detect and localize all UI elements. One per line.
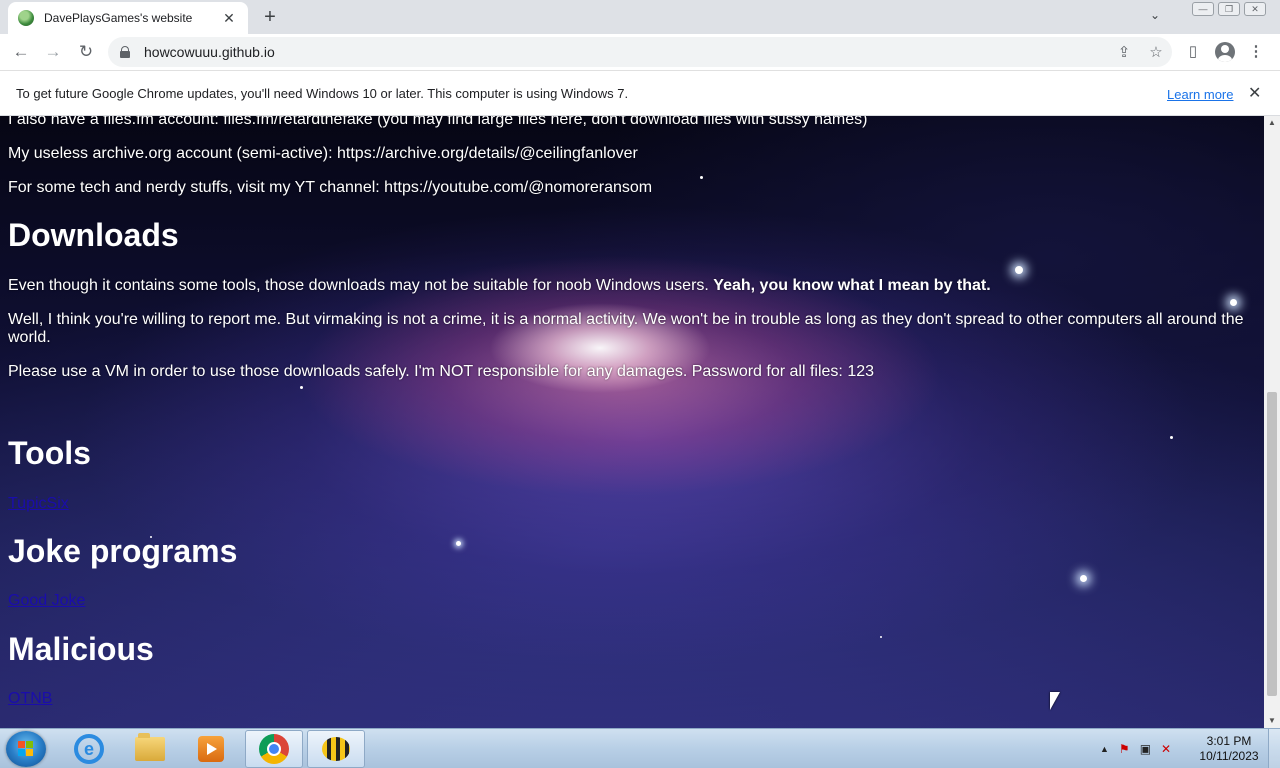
star-decoration: [1080, 575, 1087, 582]
volume-muted-icon[interactable]: ✕: [1161, 742, 1171, 756]
menu-kebab-icon[interactable]: ⋮: [1244, 40, 1268, 64]
page-scrollbar[interactable]: ▲ ▼: [1264, 116, 1280, 728]
back-button[interactable]: ←: [9, 40, 33, 64]
tools-heading: Tools: [8, 435, 91, 471]
joke-link-good-joke[interactable]: Good Joke: [8, 592, 85, 610]
malicious-link-otnb[interactable]: OTNB: [8, 690, 52, 708]
show-desktop-button[interactable]: [1268, 729, 1280, 768]
star-decoration: [700, 176, 703, 179]
profile-button[interactable]: [1213, 40, 1237, 64]
taskbar-clock[interactable]: 3:01 PM 10/11/2023: [1196, 734, 1262, 764]
internet-explorer-icon: e: [74, 734, 104, 764]
malicious-heading: Malicious: [8, 631, 154, 667]
star-decoration: [300, 386, 303, 389]
address-bar[interactable]: howcowuuu.github.io ⇪ ☆: [108, 37, 1172, 67]
scroll-up-arrow-icon[interactable]: ▲: [1264, 116, 1280, 130]
joke-programs-heading: Joke programs: [8, 533, 238, 569]
star-decoration: [1170, 436, 1173, 439]
lock-icon[interactable]: [120, 46, 130, 58]
globe-favicon-icon: [18, 10, 34, 26]
bookmark-star-icon[interactable]: ☆: [1140, 43, 1172, 61]
infobar-close-icon[interactable]: ✕: [1248, 83, 1261, 103]
clock-time: 3:01 PM: [1206, 734, 1252, 748]
tab-title: DavePlaysGames's website: [44, 11, 193, 25]
side-panel-icon[interactable]: ▯: [1181, 40, 1205, 64]
downloads-paragraph-1: Even though it contains some tools, thos…: [8, 277, 991, 295]
mouse-cursor-icon: [1050, 692, 1060, 710]
star-decoration: [1015, 266, 1023, 274]
close-window-button[interactable]: ✕: [1244, 2, 1266, 16]
chrome-taskbar-button[interactable]: [245, 730, 303, 768]
downloads-paragraph-3: Please use a VM in order to use those do…: [8, 363, 875, 380]
downloads-paragraph-1-bold: Yeah, you know what I mean by that.: [713, 277, 991, 294]
update-infobar: To get future Google Chrome updates, you…: [0, 70, 1280, 116]
internet-explorer-taskbar-button[interactable]: e: [60, 730, 118, 768]
system-tray: ▲ ⚑ ▣ ✕: [1100, 729, 1171, 768]
tab-strip: DavePlaysGames's website ✕ + ⌄ — ❐ ✕: [0, 0, 1280, 34]
page-content: I also have a files.fm account: files.fm…: [0, 116, 1264, 728]
media-player-taskbar-button[interactable]: [182, 730, 240, 768]
share-icon[interactable]: ⇪: [1108, 43, 1140, 61]
learn-more-link[interactable]: Learn more: [1167, 87, 1233, 102]
scrollbar-thumb[interactable]: [1267, 392, 1277, 696]
forward-button[interactable]: →: [41, 40, 65, 64]
tab-close-icon[interactable]: ✕: [220, 10, 238, 27]
star-decoration: [456, 541, 461, 546]
folder-icon: [135, 733, 165, 761]
tools-link-tupicsix[interactable]: TupicSix: [8, 495, 69, 513]
youtube-line: For some tech and nerdy stuffs, visit my…: [8, 179, 653, 196]
clock-date: 10/11/2023: [1199, 749, 1259, 763]
tab-search-icon[interactable]: ⌄: [1150, 8, 1160, 22]
bee-icon: [322, 737, 350, 761]
tab-daveplaysgames[interactable]: DavePlaysGames's website ✕: [8, 2, 248, 34]
minimize-button[interactable]: —: [1192, 2, 1214, 16]
infobar-message: To get future Google Chrome updates, you…: [16, 86, 629, 101]
windows-logo-icon: [18, 741, 34, 757]
downloads-heading: Downloads: [8, 217, 179, 253]
files-fm-line: I also have a files.fm account: files.fm…: [8, 116, 868, 128]
windows-taskbar: e ▲ ⚑ ▣ ✕ 3:01 PM 10/11/2023: [0, 728, 1280, 768]
network-icon[interactable]: ▣: [1140, 742, 1151, 756]
address-url[interactable]: howcowuuu.github.io: [144, 44, 1108, 60]
archive-org-line: My useless archive.org account (semi-act…: [8, 145, 638, 162]
downloads-paragraph-2: Well, I think you're willing to report m…: [8, 311, 1244, 346]
file-explorer-taskbar-button[interactable]: [121, 730, 179, 768]
downloads-paragraph-1-text: Even though it contains some tools, thos…: [8, 277, 709, 294]
chrome-icon: [259, 734, 289, 764]
action-center-flag-icon[interactable]: ⚑: [1119, 742, 1130, 756]
reload-button[interactable]: ↻: [74, 40, 98, 64]
star-decoration: [1230, 299, 1237, 306]
avatar-icon: [1215, 42, 1235, 62]
window-controls: — ❐ ✕: [1192, 2, 1266, 16]
scroll-down-arrow-icon[interactable]: ▼: [1264, 714, 1280, 728]
show-hidden-icons-icon[interactable]: ▲: [1100, 744, 1109, 754]
media-player-icon: [198, 736, 224, 762]
star-decoration: [880, 636, 882, 638]
bee-app-taskbar-button[interactable]: [307, 730, 365, 768]
browser-toolbar: ← → ↻ howcowuuu.github.io ⇪ ☆ ▯ ⋮: [0, 34, 1280, 70]
start-button[interactable]: [6, 731, 46, 767]
restore-button[interactable]: ❐: [1218, 2, 1240, 16]
new-tab-button[interactable]: +: [258, 6, 282, 28]
